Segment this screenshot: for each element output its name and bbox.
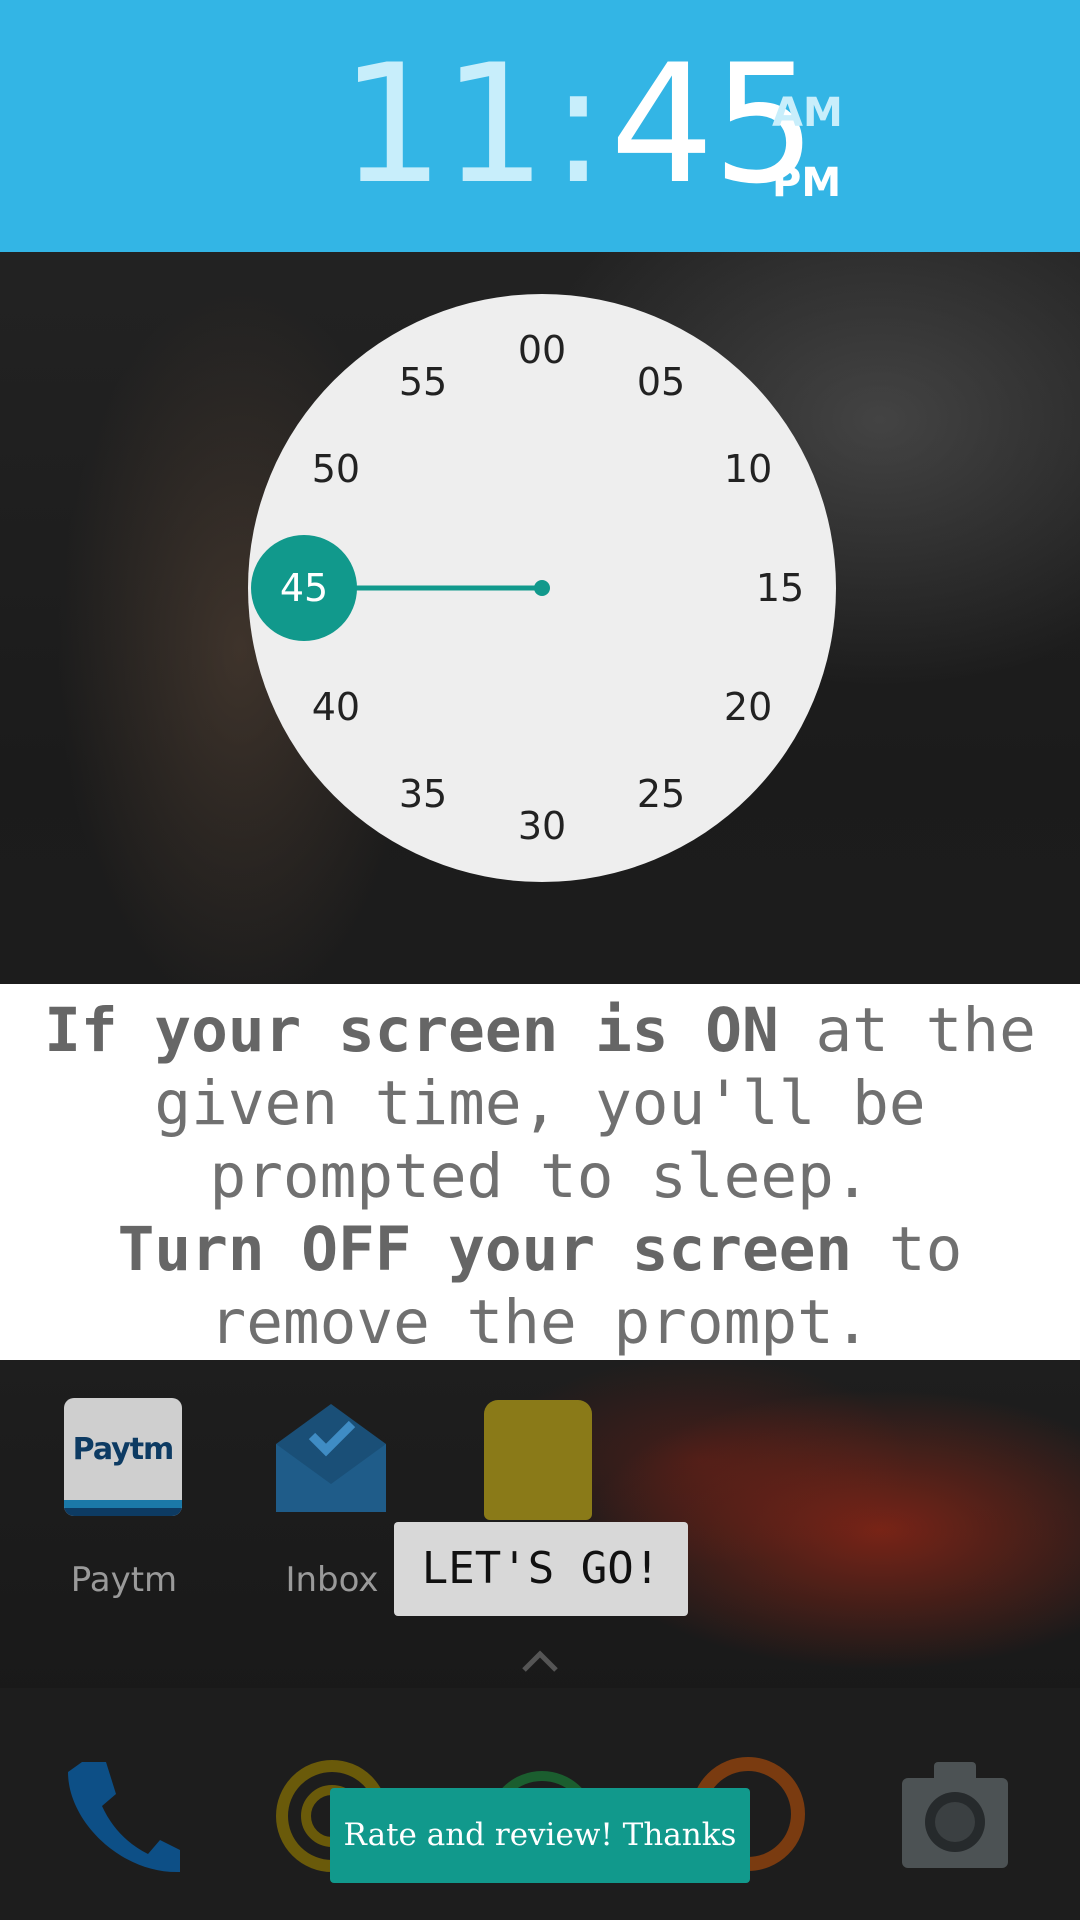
dial-number-00[interactable]: 00	[502, 325, 582, 375]
time-header: 11 : 45 AM PM	[0, 0, 1080, 252]
message-paragraph-2: Turn OFF your screen to remove the promp…	[0, 1213, 1080, 1359]
dial-center-dot	[534, 580, 550, 596]
camera-icon	[902, 1762, 1008, 1868]
message-emphasis-2: Turn OFF your screen	[117, 1214, 853, 1285]
time-separator: :	[550, 29, 606, 220]
dial-number-35[interactable]: 35	[383, 769, 463, 819]
dial-number-25[interactable]: 25	[621, 769, 701, 819]
dial-number-40[interactable]: 40	[296, 682, 376, 732]
dial-number-20[interactable]: 20	[708, 682, 788, 732]
paytm-app-label: Paytm	[70, 1560, 178, 1600]
dial-number-15[interactable]: 15	[740, 563, 820, 613]
lego-character-icon	[484, 1400, 592, 1520]
dial-number-45[interactable]: 45	[264, 563, 344, 613]
dial-number-10[interactable]: 10	[708, 444, 788, 494]
message-paragraph-1: If your screen is ON at the given time, …	[0, 994, 1080, 1213]
pm-option[interactable]: PM	[772, 148, 843, 218]
inbox-envelope-icon	[276, 1404, 386, 1512]
dial-number-50[interactable]: 50	[296, 444, 376, 494]
dial-number-30[interactable]: 30	[502, 801, 582, 851]
paytm-logo-stripe	[64, 1500, 182, 1516]
dial-number-05[interactable]: 05	[621, 357, 701, 407]
ampm-selector: AM PM	[772, 78, 843, 218]
time-display: 11 : 45	[340, 29, 817, 220]
inbox-app-label: Inbox	[285, 1560, 379, 1600]
message-emphasis-1: If your screen is ON	[44, 995, 779, 1066]
paytm-logo-text: Paytm	[72, 1432, 175, 1467]
lets-go-button[interactable]: LET'S GO!	[394, 1522, 688, 1616]
minute-dial[interactable]: 00 05 10 15 20 25 30 35 40 45 50 55	[248, 294, 836, 882]
phone-icon	[68, 1762, 180, 1873]
dial-number-55[interactable]: 55	[383, 357, 463, 407]
chevron-up-icon[interactable]	[520, 1646, 560, 1676]
am-option[interactable]: AM	[772, 78, 843, 148]
wallpaper-background	[0, 0, 1080, 1920]
paytm-icon: Paytm	[64, 1398, 182, 1516]
hours-display[interactable]: 11	[340, 43, 547, 207]
rate-review-button[interactable]: Rate and review! Thanks	[330, 1788, 750, 1883]
sleep-prompt-message: If your screen is ON at the given time, …	[0, 984, 1080, 1360]
